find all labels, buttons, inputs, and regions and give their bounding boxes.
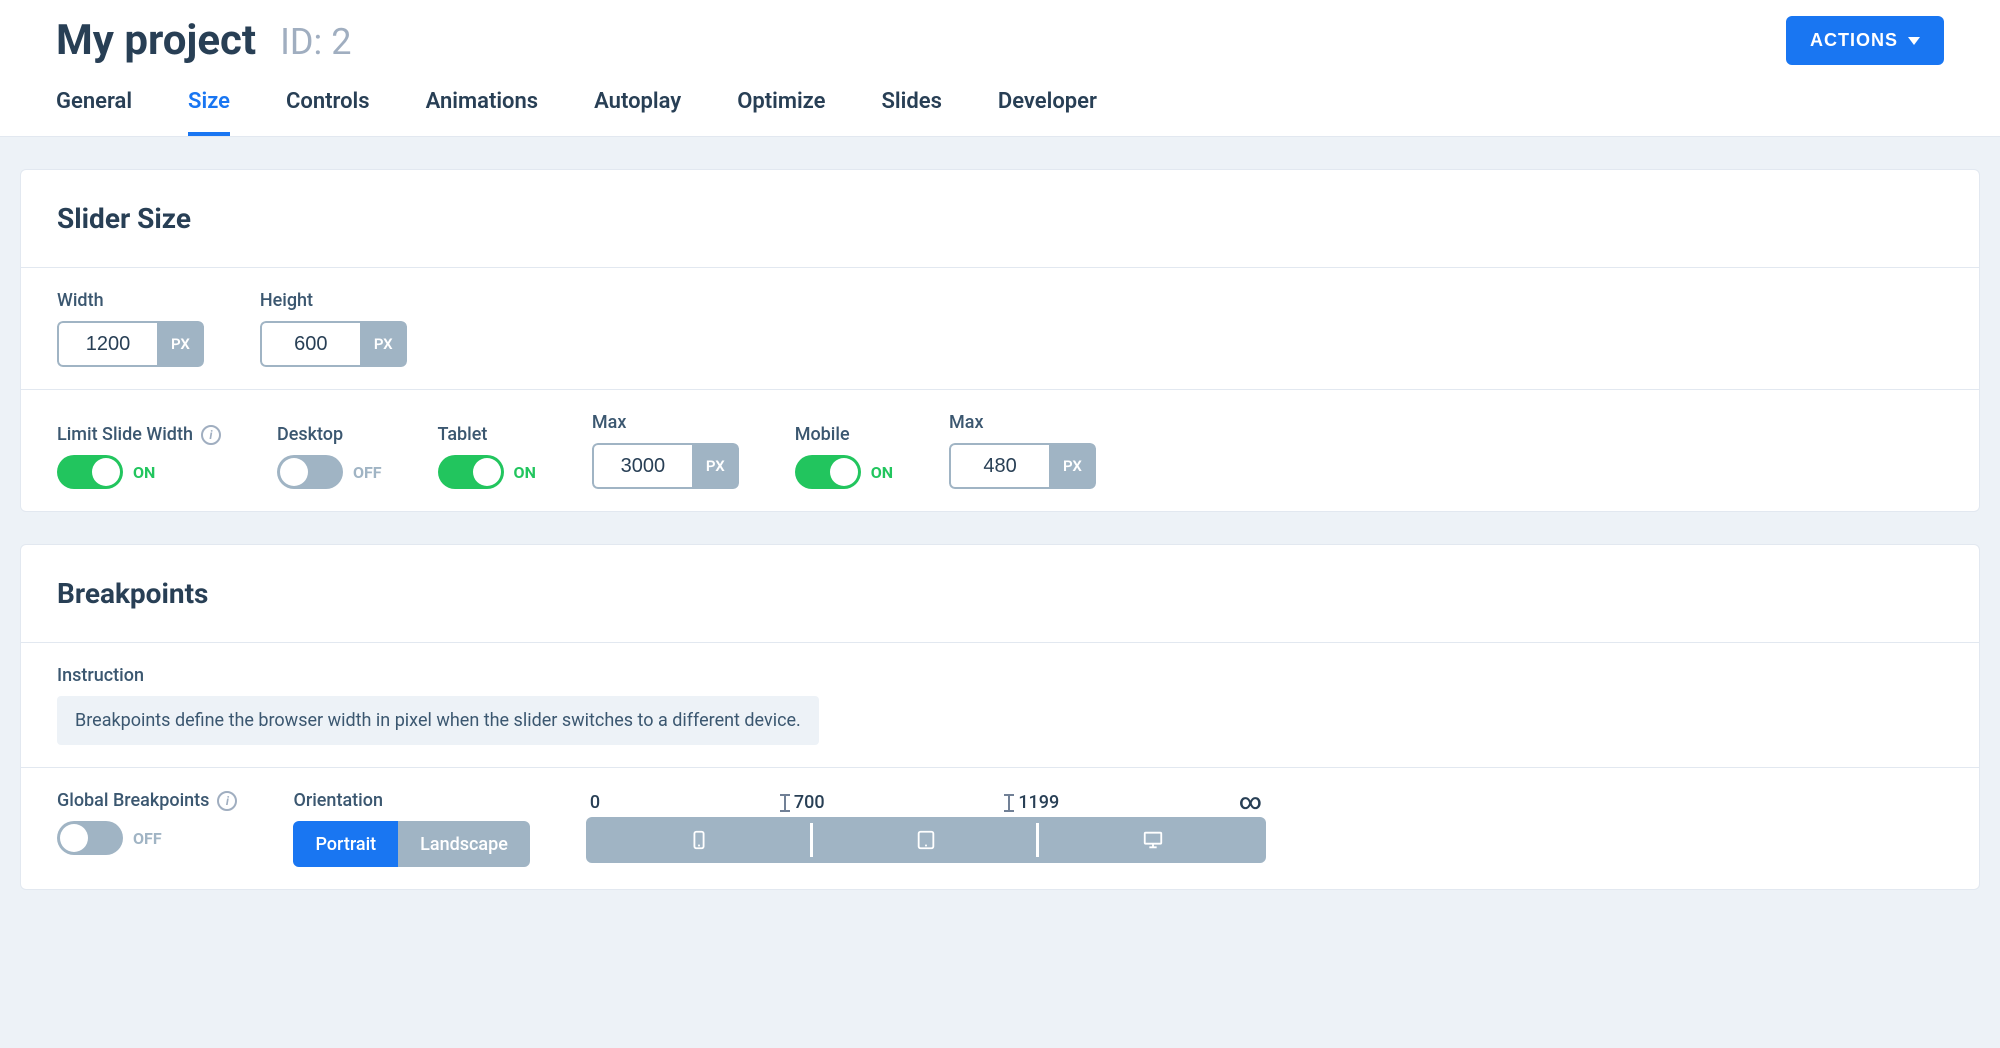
mobile-toggle[interactable] <box>795 455 861 489</box>
orientation-portrait[interactable]: Portrait <box>293 821 398 867</box>
orientation-label: Orientation <box>293 790 529 811</box>
global-breakpoints-toggle[interactable] <box>57 821 123 855</box>
tablet-label: Tablet <box>438 424 536 445</box>
unit-label: PX <box>1049 443 1096 489</box>
height-input[interactable] <box>260 321 360 367</box>
slider-size-card: Slider Size Width PX Height PX <box>20 169 1980 512</box>
bp-value-2[interactable]: 1199 <box>1004 790 1059 815</box>
instruction-text: Breakpoints define the browser width in … <box>57 696 819 745</box>
breakpoints-bar[interactable] <box>586 817 1266 863</box>
mobile-label: Mobile <box>795 424 893 445</box>
tablet-toggle[interactable] <box>438 455 504 489</box>
bp-value-2-text: 1199 <box>1018 792 1059 813</box>
actions-button[interactable]: ACTIONS <box>1786 16 1944 65</box>
bp-value-infinity: ∞ <box>1239 790 1262 815</box>
instruction-label: Instruction <box>57 665 144 686</box>
actions-button-label: ACTIONS <box>1810 30 1898 51</box>
card-title: Slider Size <box>57 202 1943 235</box>
tablet-icon <box>915 829 937 851</box>
width-field: Width PX <box>57 290 204 367</box>
card-header: Breakpoints <box>21 545 1979 643</box>
chevron-down-icon <box>1908 37 1920 45</box>
toggle-state-label: OFF <box>353 463 382 482</box>
tab-controls[interactable]: Controls <box>286 89 370 136</box>
bp-value-0: 0 <box>590 790 600 815</box>
bp-seg-desktop[interactable] <box>1039 817 1266 863</box>
mobile-field: Mobile ON <box>795 424 893 489</box>
width-input[interactable] <box>57 321 157 367</box>
unit-label: PX <box>157 321 204 367</box>
toggle-state-label: ON <box>871 463 893 482</box>
tab-developer[interactable]: Developer <box>998 89 1097 136</box>
global-breakpoints-field: Global Breakpoints i OFF <box>57 790 237 855</box>
breakpoints-track: 0 700 1199 ∞ <box>586 790 1266 863</box>
breakpoints-card: Breakpoints Instruction Breakpoints defi… <box>20 544 1980 890</box>
tab-size[interactable]: Size <box>188 89 230 136</box>
page-title: My project <box>56 16 256 65</box>
tablet-max-input[interactable] <box>592 443 692 489</box>
mobile-max-label: Max <box>949 412 1096 433</box>
page-header: My project ID: 2 ACTIONS <box>0 0 2000 65</box>
unit-label: PX <box>692 443 739 489</box>
tab-optimize[interactable]: Optimize <box>737 89 825 136</box>
orientation-field: Orientation Portrait Landscape <box>293 790 529 867</box>
bp-value-1-text: 700 <box>794 792 825 813</box>
desktop-label: Desktop <box>277 424 382 445</box>
orientation-segmented: Portrait Landscape <box>293 821 529 867</box>
limit-slide-width-field: Limit Slide Width i ON <box>57 424 221 489</box>
desktop-toggle[interactable] <box>277 455 343 489</box>
text-cursor-icon <box>1004 794 1014 812</box>
text-cursor-icon <box>780 794 790 812</box>
bp-value-1[interactable]: 700 <box>780 790 825 815</box>
title-block: My project ID: 2 <box>56 16 351 65</box>
global-breakpoints-label: Global Breakpoints <box>57 790 209 811</box>
height-field: Height PX <box>260 290 407 367</box>
tabs: General Size Controls Animations Autopla… <box>0 65 2000 137</box>
tablet-max-label: Max <box>592 412 739 433</box>
bp-seg-tablet[interactable] <box>813 817 1040 863</box>
tablet-max-field: Max PX <box>592 412 739 489</box>
width-label: Width <box>57 290 204 311</box>
tablet-field: Tablet ON <box>438 424 536 489</box>
desktop-icon <box>1142 829 1164 851</box>
card-title: Breakpoints <box>57 577 1943 610</box>
limit-slide-width-toggle[interactable] <box>57 455 123 489</box>
info-icon[interactable]: i <box>217 791 237 811</box>
info-icon[interactable]: i <box>201 425 221 445</box>
toggle-state-label: OFF <box>133 829 162 848</box>
height-label: Height <box>260 290 407 311</box>
tab-animations[interactable]: Animations <box>426 89 539 136</box>
page-id: ID: 2 <box>280 21 351 63</box>
card-header: Slider Size <box>21 170 1979 268</box>
tab-autoplay[interactable]: Autoplay <box>594 89 681 136</box>
orientation-landscape[interactable]: Landscape <box>398 821 530 867</box>
mobile-max-field: Max PX <box>949 412 1096 489</box>
bp-seg-mobile[interactable] <box>586 817 813 863</box>
toggle-state-label: ON <box>133 463 155 482</box>
unit-label: PX <box>360 321 407 367</box>
tab-slides[interactable]: Slides <box>881 89 941 136</box>
mobile-icon <box>688 829 710 851</box>
desktop-field: Desktop OFF <box>277 424 382 489</box>
limit-slide-width-label: Limit Slide Width <box>57 424 193 445</box>
tab-general[interactable]: General <box>56 89 132 136</box>
toggle-state-label: ON <box>514 463 536 482</box>
mobile-max-input[interactable] <box>949 443 1049 489</box>
